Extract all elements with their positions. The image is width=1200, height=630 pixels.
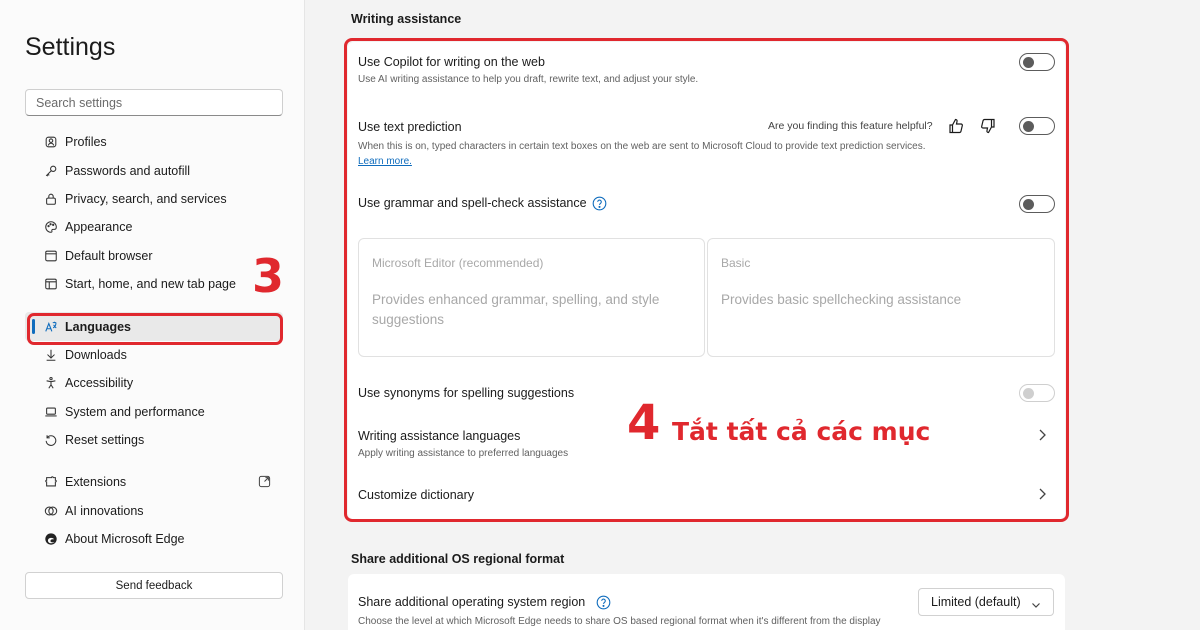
synonyms-title: Use synonyms for spelling suggestions — [358, 386, 575, 400]
step-number-4: 4 — [627, 395, 661, 451]
sidebar-item-languages[interactable]: Languages — [25, 312, 283, 341]
sidebar-item-about[interactable]: About Microsoft Edge — [25, 525, 283, 553]
customize-dictionary-title: Customize dictionary — [358, 488, 475, 502]
regional-format-heading: Share additional OS regional format — [351, 552, 565, 566]
thumbs-down-icon[interactable] — [979, 117, 997, 135]
download-icon — [44, 348, 58, 362]
settings-title: Settings — [25, 33, 116, 61]
home-icon — [44, 277, 58, 291]
learn-more-link[interactable]: Learn more. — [358, 156, 412, 167]
option-microsoft-editor[interactable]: Microsoft Editor (recommended) Provides … — [358, 238, 705, 357]
copilot-toggle[interactable] — [1019, 53, 1055, 71]
option-title: Basic — [721, 256, 751, 270]
thumbs-up-icon[interactable] — [947, 117, 965, 135]
help-icon[interactable] — [596, 595, 611, 610]
sidebar-item-label: About Microsoft Edge — [65, 532, 185, 547]
sidebar-item-label: System and performance — [65, 404, 205, 419]
sidebar-nav: Profiles Passwords and autofill Privacy,… — [25, 128, 283, 553]
option-desc: Provides enhanced grammar, spelling, and… — [372, 292, 660, 327]
copilot-title: Use Copilot for writing on the web — [358, 55, 545, 69]
ai-icon — [44, 504, 58, 518]
extensions-icon — [44, 475, 58, 489]
option-basic[interactable]: Basic Provides basic spellchecking assis… — [707, 238, 1055, 357]
browser-icon — [44, 249, 58, 263]
sidebar-item-label: AI innovations — [65, 503, 144, 518]
help-icon[interactable] — [592, 196, 607, 211]
laptop-icon — [44, 405, 58, 419]
sidebar-item-extensions[interactable]: Extensions — [25, 468, 283, 496]
sidebar-item-appearance[interactable]: Appearance — [25, 213, 283, 241]
external-link-icon[interactable] — [258, 475, 271, 488]
send-feedback-button[interactable]: Send feedback — [25, 572, 283, 599]
writing-languages-title: Writing assistance languages — [358, 429, 521, 443]
accessibility-icon — [44, 376, 58, 390]
palette-icon — [44, 220, 58, 234]
grammar-toggle[interactable] — [1019, 195, 1055, 213]
synonyms-toggle[interactable] — [1019, 384, 1055, 402]
key-icon — [44, 164, 58, 178]
text-prediction-toggle[interactable] — [1019, 117, 1055, 135]
search-input[interactable] — [25, 89, 283, 116]
regional-level-select[interactable]: Limited (default) — [918, 588, 1054, 616]
sidebar-item-start-home[interactable]: Start, home, and new tab page — [25, 270, 283, 298]
sidebar-item-label: Passwords and autofill — [65, 163, 191, 178]
sidebar-item-label: Privacy, search, and services — [65, 191, 227, 206]
regional-title: Share additional operating system region — [358, 595, 586, 609]
sidebar-item-default-browser[interactable]: Default browser — [25, 242, 283, 270]
text-prediction-title: Use text prediction — [358, 120, 462, 134]
step-number-3: 3 — [252, 249, 285, 303]
sidebar-item-label: Languages — [65, 319, 131, 334]
sidebar-item-label: Profiles — [65, 135, 107, 150]
grammar-title: Use grammar and spell-check assistance — [358, 196, 587, 210]
reset-icon — [44, 433, 58, 447]
sidebar-item-passwords[interactable]: Passwords and autofill — [25, 156, 283, 184]
sidebar-item-label: Reset settings — [65, 433, 145, 448]
settings-sidebar: Settings Profiles Passwords and autofill… — [0, 0, 305, 630]
sidebar-item-downloads[interactable]: Downloads — [25, 341, 283, 369]
sidebar-item-reset[interactable]: Reset settings — [25, 426, 283, 454]
sidebar-item-label: Downloads — [65, 347, 127, 362]
writing-assistance-heading: Writing assistance — [351, 12, 462, 26]
sidebar-item-privacy[interactable]: Privacy, search, and services — [25, 185, 283, 213]
sidebar-item-label: Accessibility — [65, 376, 134, 391]
text-prediction-desc: When this is on, typed characters in cer… — [358, 141, 926, 152]
sidebar-item-label: Default browser — [65, 248, 153, 263]
option-title: Microsoft Editor (recommended) — [372, 256, 544, 270]
lock-icon — [44, 192, 58, 206]
regional-desc: Choose the level at which Microsoft Edge… — [358, 616, 881, 627]
chevron-right-icon[interactable] — [1036, 487, 1048, 501]
copilot-desc: Use AI writing assistance to help you dr… — [358, 74, 699, 85]
profile-icon — [44, 135, 58, 149]
edge-icon — [44, 532, 58, 546]
sidebar-item-label: Start, home, and new tab page — [65, 277, 236, 292]
chevron-right-icon[interactable] — [1036, 428, 1048, 442]
sidebar-item-system[interactable]: System and performance — [25, 398, 283, 426]
sidebar-item-label: Extensions — [65, 475, 127, 490]
languages-icon — [44, 320, 58, 334]
sidebar-item-ai-innovations[interactable]: AI innovations — [25, 497, 283, 525]
select-value: Limited (default) — [931, 595, 1021, 609]
feedback-question: Are you finding this feature helpful? — [768, 120, 933, 132]
sidebar-item-label: Appearance — [65, 220, 133, 235]
chevron-down-icon — [1031, 598, 1041, 608]
step-4-instruction: Tắt tất cả các mục — [672, 417, 931, 446]
writing-languages-desc: Apply writing assistance to preferred la… — [358, 448, 569, 459]
sidebar-item-accessibility[interactable]: Accessibility — [25, 369, 283, 397]
sidebar-item-profiles[interactable]: Profiles — [25, 128, 283, 156]
option-desc: Provides basic spellchecking assistance — [721, 292, 962, 307]
